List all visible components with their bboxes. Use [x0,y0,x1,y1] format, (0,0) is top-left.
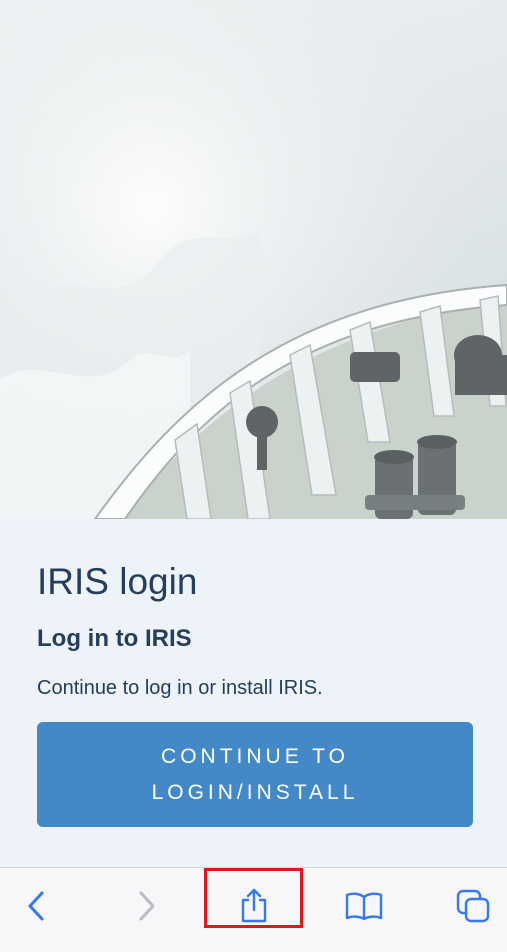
ship-bow-illustration [0,0,507,519]
login-description: Continue to log in or install IRIS. [37,677,323,699]
chevron-left-icon [28,891,44,921]
tabs-icon [456,889,490,923]
browser-toolbar [0,867,507,952]
back-button[interactable] [6,878,66,934]
login-subtitle: Log in to IRIS [37,625,192,652]
hero-image [0,0,507,519]
forward-button[interactable] [117,878,177,934]
bookmarks-button[interactable] [334,878,394,934]
page-title: IRIS login [37,561,198,602]
share-icon [241,888,267,923]
share-button[interactable] [224,878,284,934]
tabs-button[interactable] [443,878,503,934]
continue-to-login-install-button[interactable]: CONTINUE TO LOGIN/INSTALL [37,722,473,827]
chevron-right-icon [139,891,155,921]
book-icon [345,892,383,921]
